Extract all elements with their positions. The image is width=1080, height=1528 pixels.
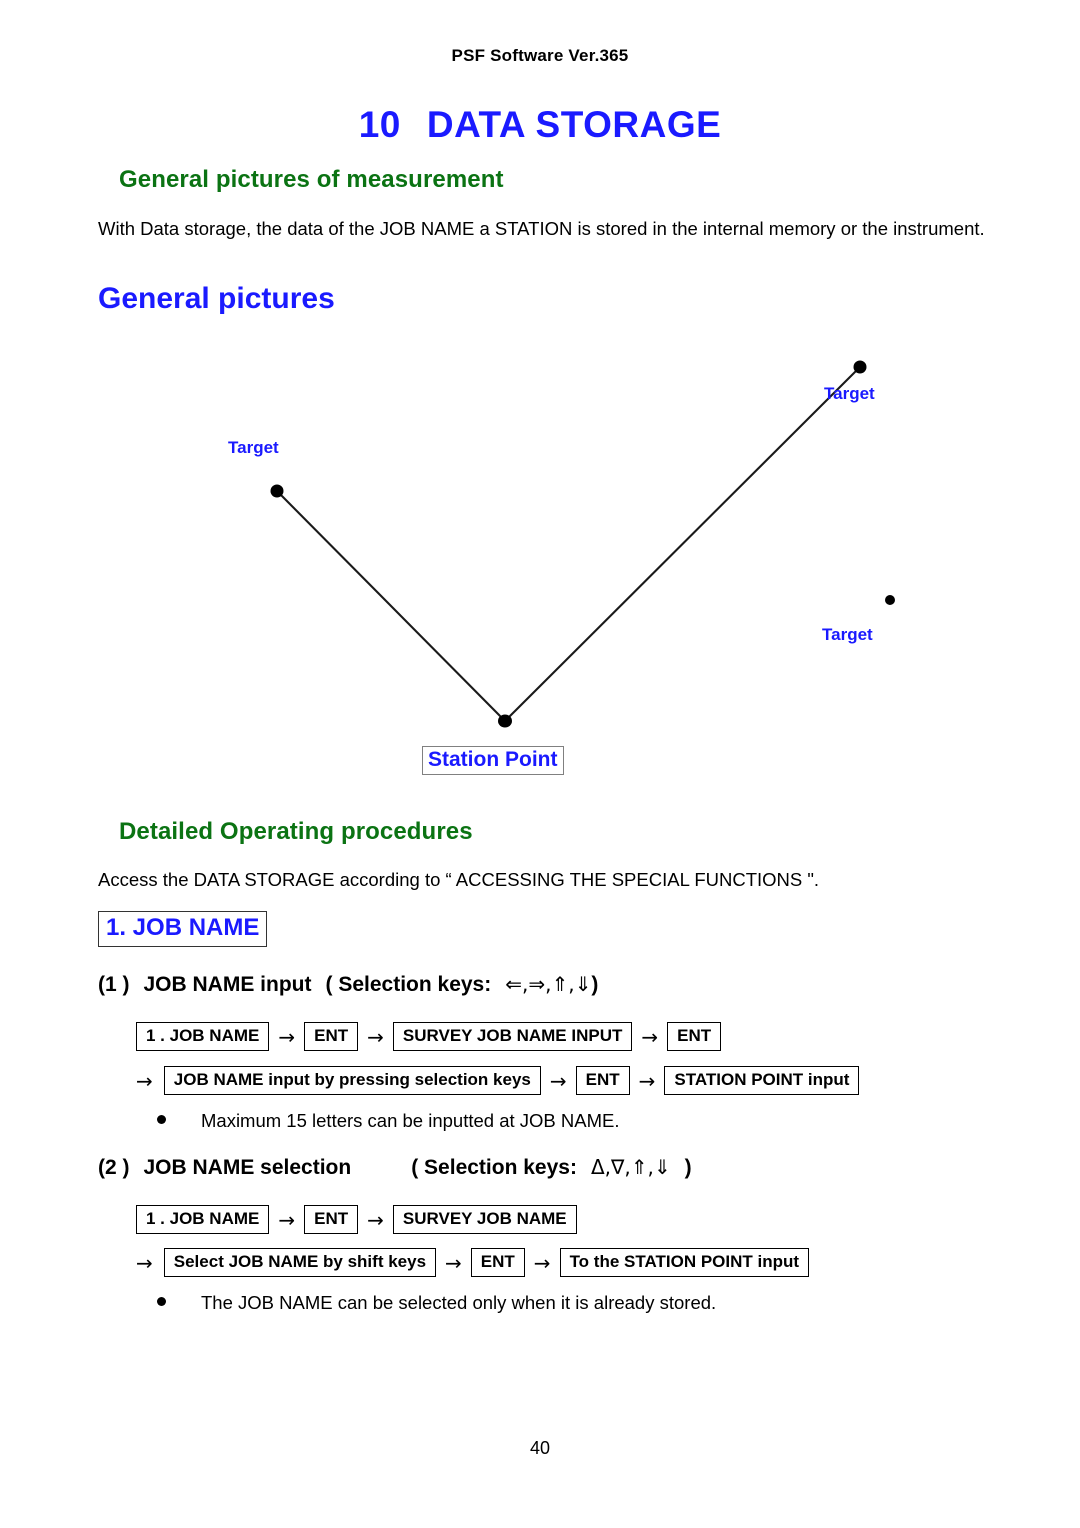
diagram-point-target-topright <box>853 360 867 374</box>
diagram-point-target-left <box>270 484 284 498</box>
diagram-line-left-to-station <box>276 490 506 722</box>
flow-arrow-icon: → <box>445 1250 462 1275</box>
step1-text: JOB NAME input <box>143 973 312 996</box>
flow-arrow-icon: → <box>136 1250 153 1275</box>
flow-arrow-icon: → <box>367 1207 384 1232</box>
flow-step-box: To the STATION POINT input <box>559 1248 810 1277</box>
flow-arrow-icon: → <box>367 1024 384 1049</box>
note-step2-text: The JOB NAME can be selected only when i… <box>201 1292 717 1313</box>
diagram-line-station-to-topright <box>504 366 861 722</box>
diagram-label-target-topright: Target <box>824 384 875 403</box>
flow-row-step2-line2: → Select JOB NAME by shift keys → ENT → To th… <box>136 1248 810 1277</box>
flow-step-box: Select JOB NAME by shift keys <box>163 1248 437 1277</box>
flow-step-box: ENT <box>575 1066 630 1095</box>
flow-arrow-icon: → <box>278 1207 296 1232</box>
flow-step-box: STATION POINT input <box>664 1066 860 1095</box>
access-paragraph: Access the DATA STORAGE according to “ A… <box>98 869 820 890</box>
step2-keys-close: ) <box>684 1156 692 1179</box>
subheading-job-name-input: (1 ) JOB NAME input ( Selection keys: ⇐,⇒,⇑… <box>98 972 598 997</box>
subheading-job-name-selection: (2 ) JOB NAME selection ( Selection keys: Δ… <box>98 1155 692 1180</box>
section-heading-general-pictures: General pictures <box>98 282 335 315</box>
flow-step-box: SURVEY JOB NAME INPUT <box>392 1022 633 1051</box>
flow-arrow-icon: → <box>533 1250 551 1275</box>
document-page: PSF Software Ver.365 10 DATA STORAGE Gene… <box>0 0 1080 1528</box>
diagram-point-station <box>498 714 512 728</box>
bullet-dot-icon <box>157 1297 166 1306</box>
note-step1: Maximum 15 letters can be inputted at JO… <box>157 1110 619 1132</box>
flow-arrow-icon: → <box>278 1024 296 1049</box>
step2-keys-label: ( Selection keys: <box>411 1156 577 1179</box>
intro-paragraph: With Data storage, the data of the JOB N… <box>98 218 985 239</box>
flow-arrow-icon: → <box>136 1068 153 1093</box>
section-heading-general-pictures-of-measurement: General pictures of measurement <box>119 166 504 193</box>
flow-step-box: 1 . JOB NAME <box>136 1022 270 1051</box>
flow-row-step2-line1: 1 . JOB NAME → ENT → SURVEY JOB NAME <box>136 1205 577 1234</box>
flow-step-box: ENT <box>304 1205 359 1234</box>
step1-keys-close: ) <box>591 973 599 996</box>
chapter-number: 10 <box>358 104 401 145</box>
diagram-label-target-left: Target <box>228 438 279 457</box>
step2-number: (2 ) <box>98 1156 130 1179</box>
measurement-diagram: Target Target Target Station Point <box>0 340 1080 800</box>
running-header: PSF Software Ver.365 <box>451 46 629 65</box>
diagram-label-target-right: Target <box>822 625 873 644</box>
flow-step-box: 1 . JOB NAME <box>136 1205 270 1234</box>
step1-number: (1 ) <box>98 973 130 996</box>
note-step2: The JOB NAME can be selected only when i… <box>157 1292 716 1314</box>
section-heading-detailed-operating-procedures: Detailed Operating procedures <box>119 818 473 845</box>
page-title: 10 DATA STORAGE <box>0 104 1080 146</box>
flow-step-box: ENT <box>304 1022 359 1051</box>
bullet-dot-icon <box>157 1115 166 1124</box>
chapter-title-text: DATA STORAGE <box>426 104 722 145</box>
flow-row-step1-line1: 1 . JOB NAME → ENT → SURVEY JOB NAME INPUT → E… <box>136 1022 722 1051</box>
flow-arrow-icon: → <box>641 1024 659 1049</box>
step1-selection-keys: ⇐,⇒,⇑,⇓ <box>505 972 592 996</box>
flow-arrow-icon: → <box>549 1068 567 1093</box>
flow-step-box: ENT <box>667 1022 722 1051</box>
diagram-point-target-right <box>885 595 895 605</box>
note-step1-text: Maximum 15 letters can be inputted at JO… <box>201 1110 620 1131</box>
step2-selection-keys: Δ,∇,⇑,⇓ <box>590 1155 671 1179</box>
step2-text: JOB NAME selection <box>143 1156 352 1179</box>
page-number: 40 <box>529 1438 551 1458</box>
flow-row-step1-line2: → JOB NAME input by pressing selection ke… <box>136 1066 860 1095</box>
flow-step-box: ENT <box>470 1248 525 1277</box>
diagram-label-station-point: Station Point <box>422 746 564 775</box>
flow-step-box: JOB NAME input by pressing selection key… <box>163 1066 541 1095</box>
step1-keys-label: ( Selection keys: <box>325 973 492 996</box>
flow-step-box: SURVEY JOB NAME <box>392 1205 577 1234</box>
job-name-section-heading: 1. JOB NAME <box>98 911 268 947</box>
flow-arrow-icon: → <box>638 1068 656 1093</box>
